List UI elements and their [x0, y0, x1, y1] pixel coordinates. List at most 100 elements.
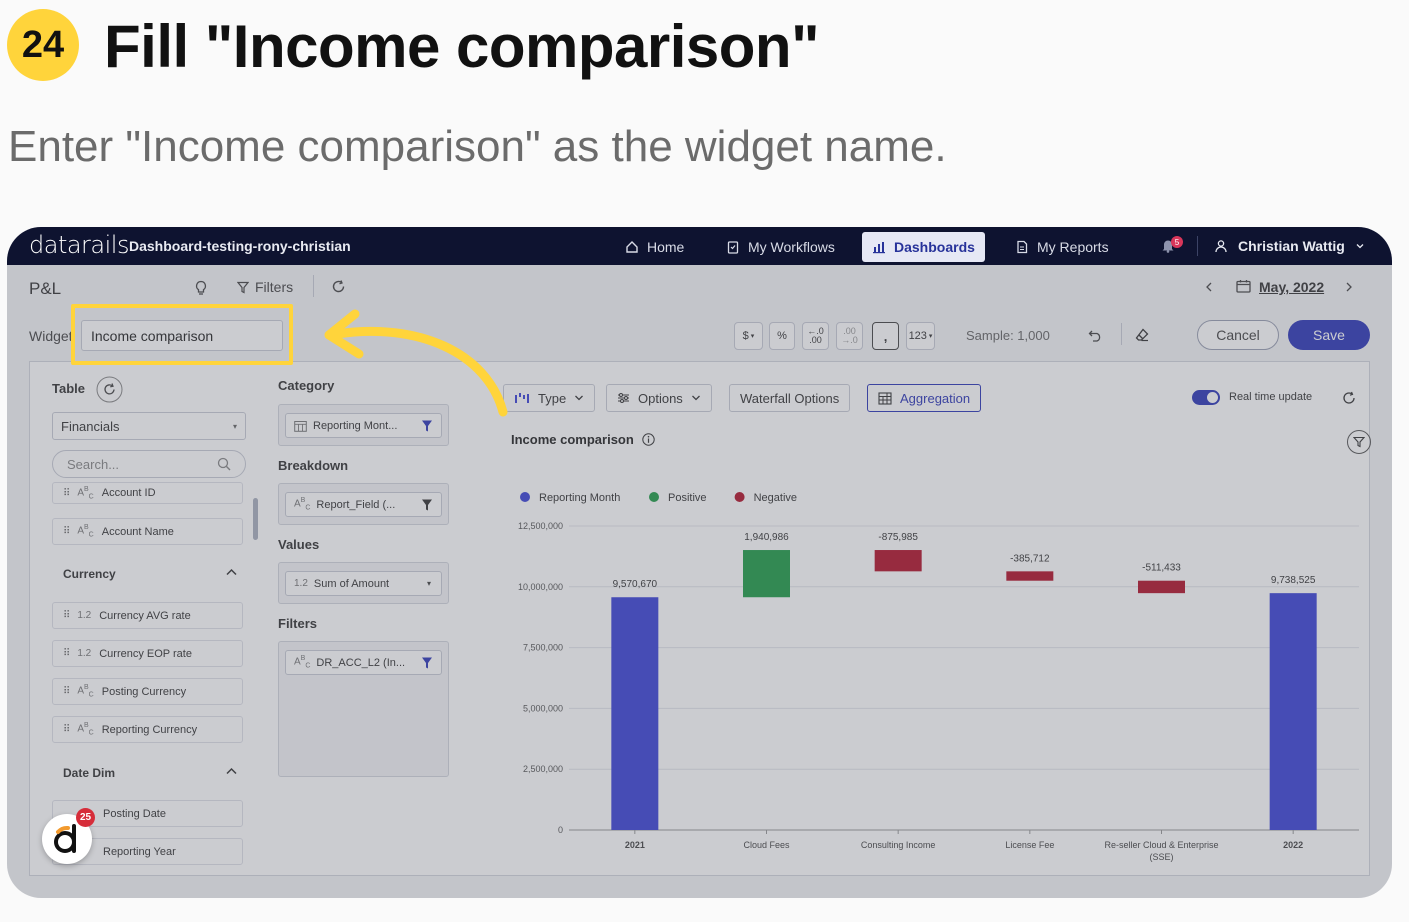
field-search-input[interactable]: Search...: [52, 450, 246, 478]
user-name: Christian Wattig: [1238, 238, 1345, 254]
realtime-toggle[interactable]: [1192, 390, 1220, 405]
table-select[interactable]: Financials ▾: [52, 412, 246, 440]
date-selector[interactable]: May, 2022: [1259, 279, 1324, 295]
data-label: -875,985: [878, 532, 918, 543]
number-type-icon: 1.2: [77, 648, 92, 659]
info-icon[interactable]: [642, 433, 656, 446]
x-tick-label: 2022: [1283, 840, 1303, 850]
datarails-avatar-icon: [54, 824, 76, 853]
cancel-button[interactable]: Cancel: [1197, 320, 1279, 350]
widget-name-input[interactable]: Income comparison: [81, 320, 283, 351]
values-drop-zone[interactable]: 1.2 Sum of Amount ▾: [278, 562, 449, 604]
lightbulb-icon[interactable]: [194, 280, 208, 296]
breakdown-drop-zone[interactable]: ABC Report_Field (...: [278, 483, 449, 525]
y-tick-label: 2,500,000: [523, 764, 563, 774]
number-format-button[interactable]: 123 ▾: [906, 322, 935, 350]
currency-format-button[interactable]: $ ▾: [734, 322, 763, 350]
refresh-icon[interactable]: [331, 279, 346, 294]
nav-my-workflows[interactable]: My Workflows: [716, 232, 845, 262]
breakdown-chip[interactable]: ABC Report_Field (...: [285, 492, 442, 517]
options-button[interactable]: Options: [606, 384, 712, 412]
nav-dashboards-label: Dashboards: [894, 239, 975, 255]
waterfall-options-button[interactable]: Waterfall Options: [729, 384, 851, 412]
chevron-left-icon[interactable]: [1205, 282, 1213, 292]
legend-marker: [649, 492, 659, 502]
filter-chip-label: DR_ACC_L2 (In...: [316, 656, 406, 669]
text-type-icon: ABC: [77, 485, 94, 501]
waterfall-bar: [611, 597, 659, 830]
field-item[interactable]: ⠿ ABC Posting Currency: [52, 678, 243, 705]
percent-format-button[interactable]: %: [769, 322, 795, 350]
y-tick-label: 7,500,000: [523, 643, 563, 653]
increase-decimal-button[interactable]: .00 →.0: [836, 322, 863, 350]
datarails-logo: datarails: [29, 231, 129, 259]
field-item[interactable]: ⠿ ABC Account Name: [52, 518, 243, 545]
drag-handle-icon: ⠿: [63, 610, 70, 621]
chevron-up-icon[interactable]: [226, 767, 237, 775]
chevron-right-icon[interactable]: [1345, 282, 1353, 292]
field-item[interactable]: ⠿ ABC Reporting Currency: [52, 716, 243, 743]
waterfall-bar: [1006, 571, 1054, 581]
filter-chip[interactable]: ABC DR_ACC_L2 (In...: [285, 650, 442, 675]
x-tick-label: Cloud Fees: [743, 840, 790, 850]
caret-icon: ▾: [232, 421, 237, 431]
nav-dashboards[interactable]: Dashboards: [862, 232, 985, 262]
nav-home[interactable]: Home: [615, 232, 694, 262]
nav-my-reports[interactable]: My Reports: [1005, 232, 1119, 262]
undo-icon[interactable]: [1088, 328, 1103, 342]
legend-label: Negative: [754, 492, 797, 504]
thousands-separator-button[interactable]: ,: [872, 322, 899, 350]
number-format-label: 123: [908, 329, 927, 342]
funnel-icon[interactable]: [421, 498, 433, 512]
field-item[interactable]: ⠿ ABC Account ID: [52, 482, 243, 504]
filters-button[interactable]: Filters: [237, 279, 293, 295]
decrease-decimal-button[interactable]: ←.0 .00: [802, 322, 829, 350]
group-title-currency[interactable]: Currency: [63, 567, 116, 581]
chart-filter-button[interactable]: [1347, 430, 1371, 454]
aggregation-button[interactable]: Aggregation: [867, 384, 982, 412]
funnel-icon: [1353, 436, 1365, 448]
values-chip[interactable]: 1.2 Sum of Amount ▾: [285, 571, 442, 596]
waterfall-bar: [743, 550, 790, 598]
widget-workspace: Table Financials ▾ Search... ⠿ ABC Account …: [29, 361, 1371, 876]
chevron-up-icon[interactable]: [226, 568, 237, 576]
bar-chart-icon: [873, 242, 885, 254]
field-item[interactable]: ⠿ 1.2 Currency AVG rate: [52, 602, 243, 629]
toolbar-divider: [1121, 323, 1122, 345]
field-label: Account ID: [101, 487, 156, 499]
notification-badge: 5: [1171, 236, 1183, 248]
data-label: 9,738,525: [1271, 575, 1316, 586]
realtime-label: Real time update: [1229, 391, 1313, 403]
toolbar-divider: [313, 275, 314, 297]
page-title: P&L: [29, 279, 62, 298]
field-item[interactable]: ⠿ 1.2 Currency EOP rate: [52, 640, 243, 667]
calendar-icon: [294, 420, 307, 432]
data-label: 1,940,986: [744, 532, 789, 543]
chevron-down-icon: [575, 395, 584, 401]
aggregation-label: Aggregation: [900, 390, 971, 406]
group-title-date-dim[interactable]: Date Dim: [63, 766, 115, 780]
table-icon: [878, 391, 892, 405]
data-label: -511,433: [1142, 563, 1181, 574]
funnel-icon[interactable]: [421, 656, 433, 670]
user-menu[interactable]: Christian Wattig: [1214, 238, 1365, 254]
dashboard-name[interactable]: Dashboard-testing-rony-christian: [129, 238, 351, 254]
table-label: Table: [52, 381, 85, 396]
refresh-icon[interactable]: [96, 376, 123, 403]
x-tick-label: Consulting Income: [861, 840, 936, 850]
eraser-icon[interactable]: [1135, 328, 1149, 342]
sample-size: Sample: 1,000: [966, 328, 1050, 343]
drag-handle-icon: ⠿: [63, 648, 70, 659]
waterfall-bar: [1138, 580, 1185, 594]
refresh-icon[interactable]: [1342, 391, 1356, 405]
step-title: Fill "Income comparison": [104, 13, 820, 80]
step-description: Enter "Income comparison" as the widget …: [8, 122, 947, 171]
filters-drop-zone[interactable]: ABC DR_ACC_L2 (In...: [278, 641, 449, 777]
field-label: Reporting Currency: [101, 723, 198, 736]
chart-type-label: Type: [538, 390, 567, 406]
drag-handle-icon: ⠿: [63, 686, 70, 697]
save-button[interactable]: Save: [1288, 320, 1370, 350]
number-type-icon: 1.2: [294, 578, 308, 589]
legend-marker: [520, 492, 530, 502]
fields-panel: Table Financials ▾ Search... ⠿ ABC Account …: [30, 362, 255, 875]
